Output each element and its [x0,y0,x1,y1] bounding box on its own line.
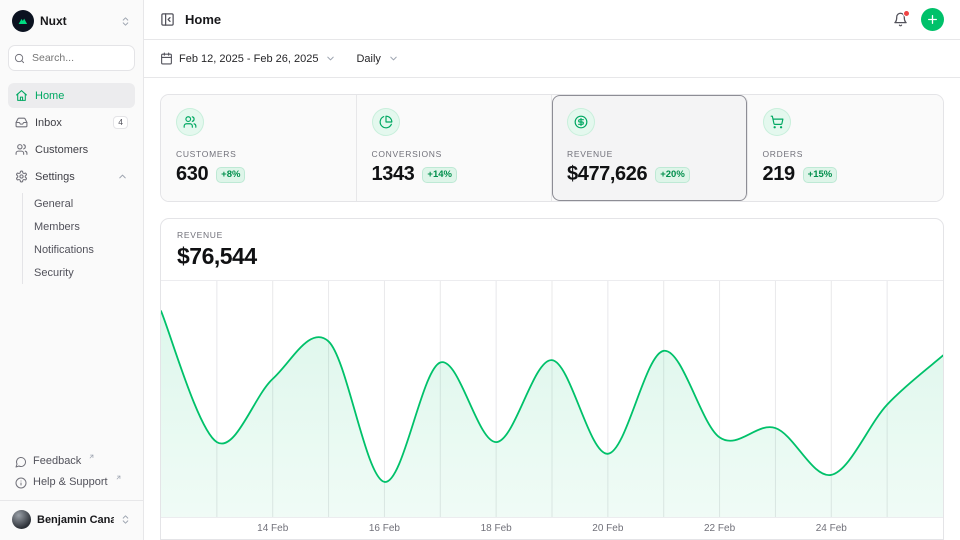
collapse-sidebar-icon[interactable] [160,12,175,27]
users-icon [15,143,28,156]
date-range-picker[interactable]: Feb 12, 2025 - Feb 26, 2025 [160,52,336,65]
info-icon [15,477,27,489]
footer-link-label: Feedback [33,455,81,467]
x-axis: 14 Feb 16 Feb 18 Feb 20 Feb 22 Feb 24 Feb [161,517,943,539]
stats-row: CUSTOMERS 630 +8% CONVERSIONS 1343 +14% REVENU… [160,94,944,202]
sidebar: Nuxt Home Inbox 4 Customers Settings GeneralM… [0,0,144,540]
stat-card-revenue[interactable]: REVENUE $477,626 +20% [552,95,748,201]
stat-value: 1343 [372,163,415,186]
sidebar-item-home[interactable]: Home [8,83,135,108]
page-header: Home [144,0,960,40]
sidebar-item-label: Inbox [35,117,62,129]
chevron-down-icon [388,53,399,64]
settings-submenu: GeneralMembersNotificationsSecurity [22,193,135,284]
period-label: Daily [356,53,380,65]
stat-card-conversions[interactable]: CONVERSIONS 1343 +14% [357,95,553,201]
pie-chart-icon [372,108,400,136]
chevrons-up-down-icon [120,16,131,27]
revenue-area-chart[interactable] [161,281,943,517]
search-input[interactable] [30,51,124,65]
user-menu[interactable]: Benjamin Canac [8,507,135,532]
stat-delta-badge: +14% [422,167,457,183]
stat-label: REVENUE [567,149,732,159]
arrow-up-right-icon [88,453,95,460]
chevrons-up-down-icon [120,514,131,525]
x-axis-label: 20 Feb [592,523,623,534]
date-range-label: Feb 12, 2025 - Feb 26, 2025 [179,53,318,65]
stat-label: ORDERS [763,149,929,159]
sidebar-subitem-members[interactable]: Members [23,216,135,238]
sidebar-subitem-general[interactable]: General [23,193,135,215]
stat-delta-badge: +15% [803,167,838,183]
nuxt-logo-icon [12,10,34,32]
page-title: Home [185,12,221,27]
stat-label: CONVERSIONS [372,149,537,159]
content: CUSTOMERS 630 +8% CONVERSIONS 1343 +14% REVENU… [144,78,960,540]
footer-link-help-support[interactable]: Help & Support [8,472,135,493]
chart-metric-value: $76,544 [177,243,927,270]
chevron-up-icon [117,171,128,182]
stat-label: CUSTOMERS [176,149,341,159]
chart-canvas [161,281,943,517]
plus-icon [926,13,939,26]
period-select[interactable]: Daily [356,53,398,65]
sidebar-item-label: Home [35,90,64,102]
user-name: Benjamin Canac [37,514,114,526]
workspace-name: Nuxt [40,14,114,28]
sidebar-item-label: Customers [35,144,88,156]
stat-value: 219 [763,163,795,186]
stat-delta-badge: +8% [216,167,245,183]
sidebar-divider [0,500,143,501]
x-axis-label: 14 Feb [257,523,288,534]
unread-dot [903,10,910,17]
stat-card-orders[interactable]: ORDERS 219 +15% [748,95,944,201]
gear-icon [15,170,28,183]
avatar [12,510,31,529]
workspace-switcher[interactable]: Nuxt [8,8,135,34]
stat-value: $477,626 [567,163,647,186]
sidebar-footer-links: Feedback Help & Support [8,451,135,493]
chevron-down-icon [325,53,336,64]
sidebar-item-customers[interactable]: Customers [8,137,135,162]
x-axis-label: 22 Feb [704,523,735,534]
footer-link-feedback[interactable]: Feedback [8,451,135,472]
toolbar: Feb 12, 2025 - Feb 26, 2025 Daily [144,40,960,78]
calendar-icon [160,52,173,65]
x-axis-label: 18 Feb [481,523,512,534]
users-icon [176,108,204,136]
dollar-circle-icon [567,108,595,136]
arrow-up-right-icon [115,474,122,481]
search-icon [14,53,25,64]
inbox-icon [15,116,28,129]
chart-header: REVENUE $76,544 [161,219,943,281]
message-icon [15,456,27,468]
sidebar-spacer [8,286,135,451]
sidebar-item-inbox[interactable]: Inbox 4 [8,110,135,135]
sidebar-subitem-security[interactable]: Security [23,262,135,284]
footer-link-label: Help & Support [33,476,108,488]
chart-metric-label: REVENUE [177,230,927,240]
home-icon [15,89,28,102]
add-button[interactable] [921,8,944,31]
x-axis-label: 24 Feb [816,523,847,534]
inbox-count-badge: 4 [113,116,128,129]
stat-card-customers[interactable]: CUSTOMERS 630 +8% [161,95,357,201]
main-area: Home Feb 12, 2025 - Feb 26, 2025 Daily [144,0,960,540]
cart-icon [763,108,791,136]
sidebar-nav: Home Inbox 4 Customers Settings GeneralMember… [8,83,135,286]
sidebar-subitem-notifications[interactable]: Notifications [23,239,135,261]
stat-value: 630 [176,163,208,186]
x-axis-label: 16 Feb [369,523,400,534]
sidebar-item-label: Settings [35,171,75,183]
sidebar-item-settings[interactable]: Settings [8,164,135,189]
stat-delta-badge: +20% [655,167,690,183]
search-input-wrap[interactable] [8,45,135,71]
notifications-button[interactable] [893,12,908,27]
revenue-chart-card: REVENUE $76,544 14 Feb 16 Feb 18 Feb 20 Feb… [160,218,944,540]
